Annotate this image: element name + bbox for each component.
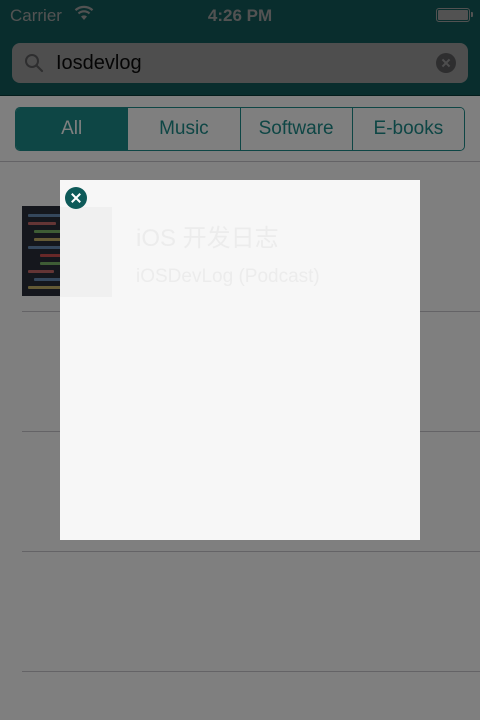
popup-ghost-title: iOS 开发日志 bbox=[136, 225, 279, 252]
close-x-icon[interactable] bbox=[65, 187, 87, 209]
modal-overlay-top bbox=[0, 0, 480, 96]
detail-popup: iOS 开发日志 iOSDevLog (Podcast) bbox=[60, 180, 420, 540]
popup-artwork-placeholder bbox=[60, 207, 112, 297]
popup-ghost-subtitle: iOSDevLog (Podcast) bbox=[136, 266, 320, 287]
